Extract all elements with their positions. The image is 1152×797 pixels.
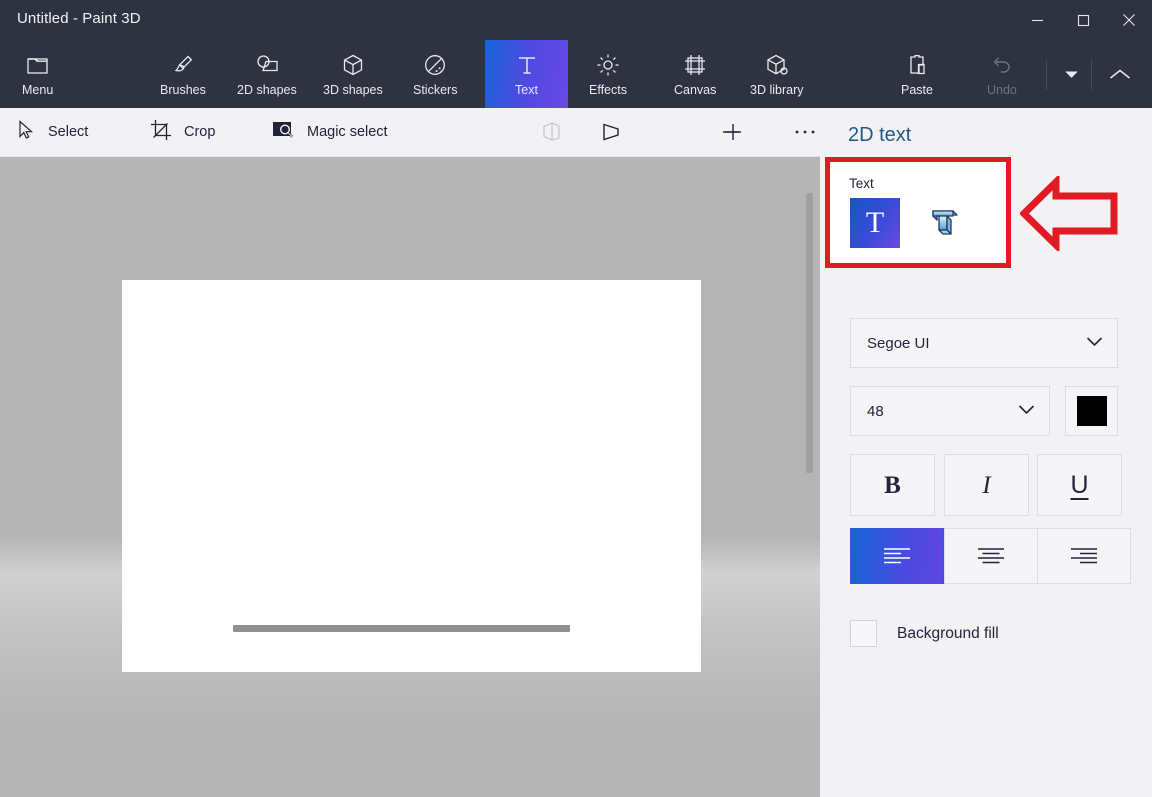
magic-select-tool-label: Magic select [307,124,388,140]
ribbon-tab-label: Undo [987,83,1017,98]
2d-view-icon [603,123,619,141]
crop-tool[interactable]: Crop [150,108,215,156]
canvas-icon [683,51,707,77]
collapse-ribbon-button[interactable] [1101,40,1139,108]
ribbon-tab-canvas[interactable]: Canvas [666,40,724,108]
effects-icon [596,51,620,77]
panel-title: 2D text [848,124,912,146]
cursor-arrow-icon [18,119,36,145]
bold-button[interactable]: B [850,454,935,516]
ribbon-tab-undo: Undo [979,40,1025,108]
chevron-down-icon [1065,70,1077,78]
background-fill-checkbox[interactable] [850,620,877,647]
zoom-in-button[interactable] [713,108,753,156]
minimize-button[interactable] [1014,0,1060,40]
ribbon-tab-label: Canvas [674,83,717,98]
plus-icon [725,124,741,140]
underline-label: U [1070,470,1089,499]
ribbon-tabs: Menu Brushes 2D shapes 3D shapes Sticker [0,40,1152,108]
3d-view-button [532,108,572,156]
underline-button[interactable]: U [1037,454,1122,516]
ribbon-tab-3d-library[interactable]: 3D library [742,40,812,108]
2d-shapes-icon [254,51,280,77]
ribbon-tab-text[interactable]: Text [485,40,568,108]
undo-icon [990,51,1014,77]
ribbon-tab-label: 3D shapes [323,83,383,98]
color-swatch-fill [1076,396,1107,426]
ribbon-tab-paste[interactable]: Paste [893,40,941,108]
text-group-label: Text [849,176,874,191]
paste-icon [905,51,929,77]
title-bar: Untitled - Paint 3D [0,0,1152,40]
bold-label: B [884,471,901,499]
text-color-swatch[interactable] [1065,386,1118,436]
chevron-up-icon [1110,69,1130,79]
align-left-icon [884,548,910,564]
menu-folder-icon [26,51,50,77]
paint3d-window: Untitled - Paint 3D Menu Brushes 2D shap… [0,0,1152,797]
ribbon-tab-label: Stickers [413,83,458,98]
align-right-button[interactable] [1037,528,1131,584]
2D-text-icon: T [865,206,885,239]
ellipsis-icon [795,130,815,134]
3D-text-icon [932,210,958,235]
more-options-button[interactable] [785,108,825,156]
window-controls [1014,0,1152,40]
ribbon-tab-2d-shapes[interactable]: 2D shapes [229,40,305,108]
crop-icon [150,119,172,146]
ribbon-tab-label: Paste [901,83,933,98]
3d-shapes-icon [341,51,365,77]
crop-tool-label: Crop [184,124,216,140]
ribbon-tab-stickers[interactable]: Stickers [405,40,465,108]
horizontal-scrollbar[interactable] [233,625,570,632]
ribbon-tab-effects[interactable]: Effects [581,40,635,108]
align-center-button[interactable] [944,528,1038,584]
3d-library-icon [765,51,789,77]
select-tool[interactable]: Select [18,108,88,156]
background-fill-label: Background fill [897,624,999,642]
background-fill-row[interactable]: Background fill [850,620,999,647]
stickers-icon [423,51,447,77]
ribbon-tab-label: Effects [589,83,627,98]
text-options-panel: 2D text Text T Segoe UI 48 B I U Backgro… [820,108,1152,797]
2d-view-button[interactable] [591,108,631,156]
font-family-value: Segoe UI [867,334,930,352]
italic-label: I [982,471,991,499]
ribbon-divider-left [1046,60,1047,90]
window-title: Untitled - Paint 3D [17,10,141,27]
canvas-stage[interactable] [0,157,820,797]
text-3d-button[interactable] [918,198,968,248]
3d-view-icon [543,122,560,141]
ribbon-tab-label: Text [515,83,538,98]
text-icon [515,51,539,77]
ribbon-tab-brushes[interactable]: Brushes [152,40,214,108]
magic-select-icon [272,120,295,145]
maximize-button[interactable] [1060,0,1106,40]
ribbon-tab-3d-shapes[interactable]: 3D shapes [315,40,391,108]
ribbon-tab-label: 3D library [750,83,804,98]
ribbon-tab-label: Brushes [160,83,206,98]
align-left-button[interactable] [850,528,944,584]
select-tool-label: Select [48,124,89,140]
close-button[interactable] [1106,0,1152,40]
font-size-value: 48 [867,402,884,420]
brush-icon [171,51,195,77]
history-dropdown-button[interactable] [1052,40,1090,108]
font-family-dropdown[interactable]: Segoe UI [850,318,1118,368]
ribbon-tab-menu[interactable]: Menu [14,40,61,108]
artboard[interactable] [122,280,701,672]
ribbon-tab-label: 2D shapes [237,83,297,98]
annotation-arrow [1019,173,1120,256]
chevron-down-icon [1018,402,1035,420]
magic-select-tool[interactable]: Magic select [272,108,388,156]
ribbon-divider-right [1091,60,1092,90]
ribbon-tab-label: Menu [22,83,54,98]
italic-button[interactable]: I [944,454,1029,516]
vertical-scrollbar[interactable] [806,193,813,473]
chevron-down-icon [1086,334,1103,352]
align-center-icon [978,548,1004,564]
font-size-dropdown[interactable]: 48 [850,386,1050,436]
text-2d-button[interactable]: T [850,198,900,248]
align-right-icon [1071,548,1097,564]
